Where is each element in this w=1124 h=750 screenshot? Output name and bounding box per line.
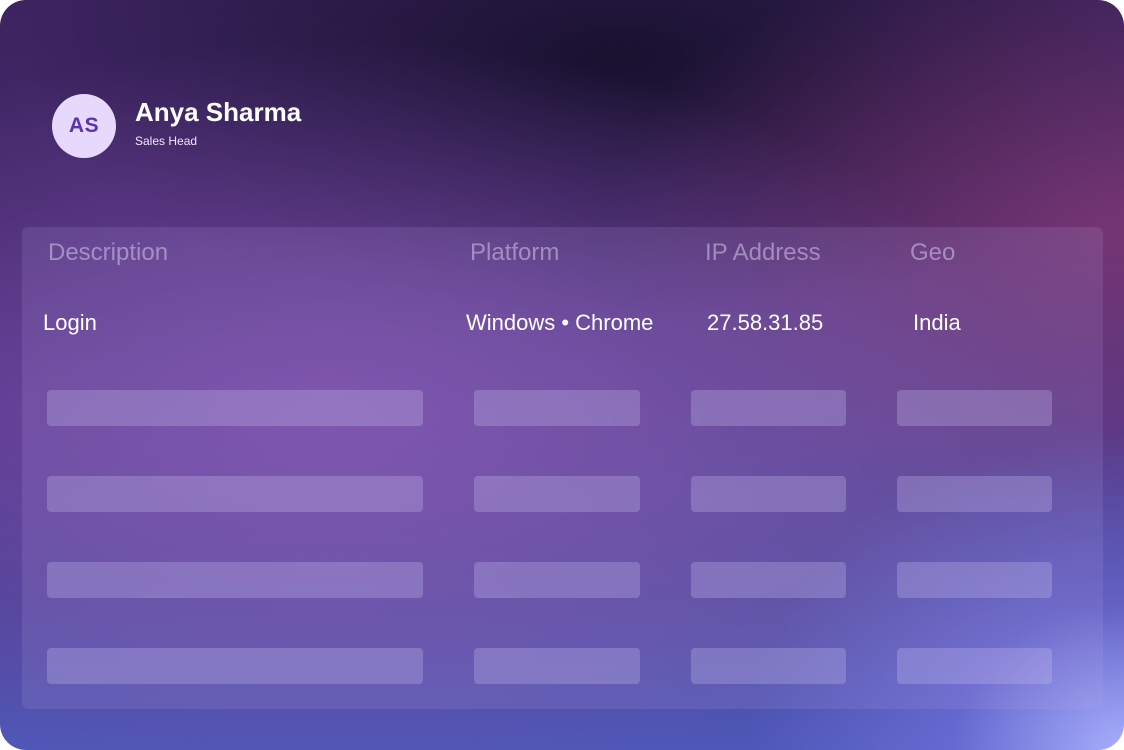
activity-table: Description Platform IP Address Geo Logi… xyxy=(22,227,1103,709)
placeholder-bar xyxy=(474,562,640,598)
column-header-description: Description xyxy=(48,239,169,266)
placeholder-bar xyxy=(47,390,423,426)
cell-description: Login xyxy=(43,310,97,335)
placeholder-bar xyxy=(474,648,640,684)
cell-ip-address: 27.58.31.85 xyxy=(707,310,824,335)
placeholder-bar xyxy=(897,648,1052,684)
cell-platform: Windows • Chrome xyxy=(466,310,654,335)
activity-card: AS Anya Sharma Sales Head Description Pl… xyxy=(0,0,1124,750)
placeholder-bar xyxy=(47,476,423,512)
placeholder-bar xyxy=(691,476,846,512)
placeholder-bar xyxy=(897,390,1052,426)
user-name: Anya Sharma xyxy=(135,97,302,127)
placeholder-bar xyxy=(691,390,846,426)
column-header-geo: Geo xyxy=(910,239,956,266)
user-role: Sales Head xyxy=(135,134,198,148)
user-info: Anya Sharma Sales Head xyxy=(135,97,301,149)
placeholder-bar xyxy=(474,476,640,512)
avatar: AS xyxy=(52,94,116,158)
placeholder-bar xyxy=(474,390,640,426)
user-header: AS Anya Sharma Sales Head xyxy=(52,94,301,158)
column-header-ip-address: IP Address xyxy=(705,239,821,266)
placeholder-bar xyxy=(47,562,423,598)
column-header-platform: Platform xyxy=(470,239,560,266)
placeholder-bar xyxy=(897,562,1052,598)
placeholder-bar xyxy=(47,648,423,684)
placeholder-bar xyxy=(897,476,1052,512)
placeholder-bar xyxy=(691,562,846,598)
placeholder-bar xyxy=(691,648,846,684)
cell-geo: India xyxy=(913,310,961,335)
